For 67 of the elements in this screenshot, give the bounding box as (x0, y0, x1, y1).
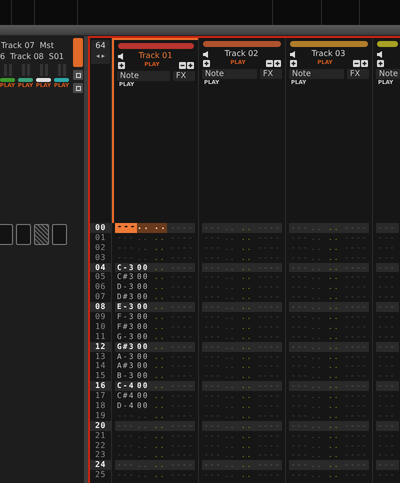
line-number: 09 (94, 312, 107, 322)
line-number: 24 (90, 460, 111, 470)
plus-icon[interactable] (290, 60, 297, 67)
minus-icon[interactable] (353, 60, 360, 67)
line-number: 22 (94, 440, 107, 450)
column-header[interactable]: FX (260, 69, 282, 79)
line-number: 05 (94, 272, 107, 282)
column-header[interactable]: Note (289, 69, 344, 79)
track-name[interactable]: Track 02 (208, 48, 281, 60)
track-color-bar[interactable] (118, 43, 194, 49)
plus-icon[interactable] (377, 60, 384, 67)
volume-cell[interactable]: .. (151, 223, 167, 233)
pattern-slot[interactable] (34, 224, 49, 245)
line-number: 21 (94, 430, 107, 441)
plus-icon[interactable] (187, 62, 194, 69)
speaker-icon[interactable] (377, 50, 382, 58)
line-number: 13 (94, 352, 107, 362)
column-header[interactable]: Note (202, 69, 257, 79)
line-number: 19 (94, 410, 107, 421)
line-number: 20 (90, 420, 111, 431)
track-name[interactable]: Track 01 (123, 50, 194, 62)
line-number: 23 (94, 450, 107, 460)
plus-icon[interactable] (203, 60, 210, 67)
track-label: Mst (40, 40, 54, 51)
line-number: 15 (94, 371, 107, 382)
track-color-bar[interactable] (377, 41, 398, 47)
track-color-bar[interactable] (290, 41, 368, 47)
track-name[interactable]: Track 03 (295, 48, 368, 60)
line-number: 02 (94, 242, 107, 253)
line-number: 03 (94, 252, 107, 263)
instrument-cell[interactable]: .. (137, 223, 151, 233)
pattern-slot[interactable] (16, 224, 31, 245)
line-number: 07 (94, 292, 107, 302)
minus-icon[interactable] (179, 62, 186, 69)
line-number: 08 (90, 302, 111, 312)
plus-icon[interactable] (118, 62, 125, 69)
line-number: 17 (94, 391, 107, 402)
line-number: 11 (94, 332, 107, 342)
column-header[interactable]: Note (376, 69, 400, 79)
line-number: 01 (94, 232, 107, 243)
minus-icon[interactable] (266, 60, 273, 67)
pattern-slot[interactable] (52, 224, 67, 245)
track-label: Track 08 (10, 51, 44, 62)
track-label: 6 (0, 51, 6, 62)
speaker-icon[interactable] (290, 50, 295, 58)
line-number: 12 (90, 342, 111, 352)
note-cell[interactable]: --- (115, 223, 137, 233)
line-number: 25 (94, 470, 107, 480)
pattern-length[interactable]: 64 (95, 40, 106, 52)
plus-icon[interactable] (274, 60, 281, 67)
track-color-bar[interactable] (203, 41, 281, 47)
pattern-slot[interactable] (0, 224, 13, 245)
line-number: 10 (94, 322, 107, 332)
column-header[interactable]: Note (117, 71, 170, 81)
line-number: 00 (90, 223, 111, 233)
line-number: 18 (94, 401, 107, 411)
column-header[interactable]: FX (173, 71, 195, 81)
column-header[interactable]: FX (347, 69, 369, 79)
speaker-icon[interactable] (203, 50, 208, 58)
track-label: Track 07 (1, 40, 35, 51)
line-number: 04 (90, 262, 111, 272)
plus-icon[interactable] (361, 60, 368, 67)
line-number: 14 (94, 361, 107, 372)
line-number: 06 (94, 282, 107, 292)
track-label: S01 (48, 51, 64, 62)
line-number: 16 (90, 381, 111, 392)
speaker-icon[interactable] (118, 52, 123, 60)
